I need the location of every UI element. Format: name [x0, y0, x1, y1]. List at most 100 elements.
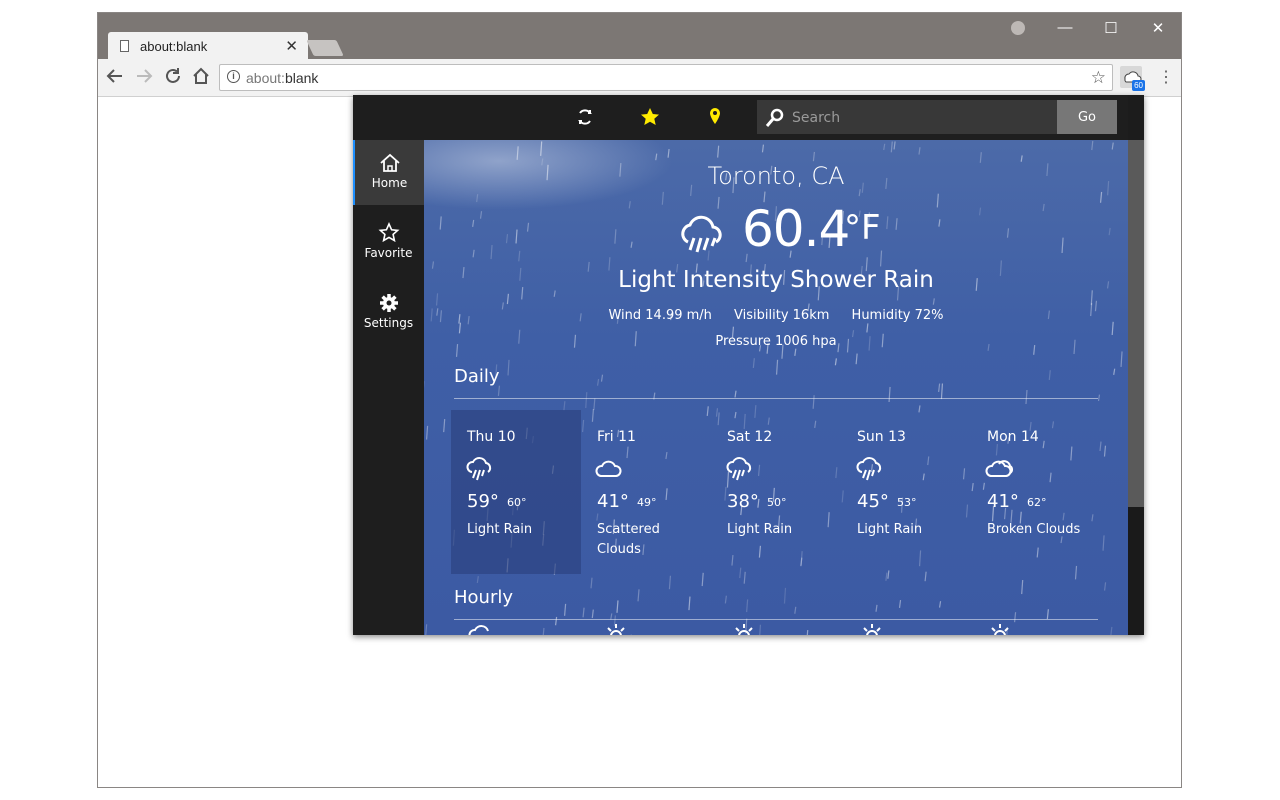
- bookmark-star-icon[interactable]: ☆: [1091, 68, 1106, 88]
- day-name: Sun 13: [857, 429, 906, 445]
- refresh-icon[interactable]: [573, 105, 597, 129]
- rain-streak: [783, 587, 787, 604]
- day-card[interactable]: Sun 13 45° 53° Light Rain: [841, 410, 971, 574]
- star-icon[interactable]: [638, 105, 662, 129]
- rain-streak: [940, 383, 944, 400]
- day-card[interactable]: Fri 11 41° 49° Scattered Clouds: [581, 410, 711, 574]
- go-button[interactable]: Go: [1057, 100, 1117, 134]
- weather-popup: Go Home Favorite Settings Toronto, CA 60…: [353, 95, 1144, 635]
- minimize-button[interactable]: —: [1050, 19, 1080, 36]
- rain-streak: [866, 323, 869, 333]
- scrollbar-thumb[interactable]: [1128, 140, 1144, 507]
- forward-button[interactable]: [133, 67, 155, 90]
- back-arrow-icon: [106, 69, 122, 83]
- info-icon[interactable]: i: [227, 70, 240, 83]
- rain-streak: [585, 392, 588, 409]
- rain-streak: [688, 596, 691, 611]
- home-icon: [193, 67, 209, 84]
- rain-streak: [526, 222, 530, 232]
- day-name: Mon 14: [987, 429, 1039, 445]
- rain-streak: [661, 191, 664, 205]
- rain-streak: [540, 141, 543, 156]
- address-bar[interactable]: i about:blank ☆: [219, 64, 1113, 91]
- sidebar-item-home[interactable]: Home: [353, 140, 424, 205]
- rain-streak: [895, 218, 898, 230]
- weather-extension-button[interactable]: 60: [1120, 66, 1145, 91]
- rain-streak: [497, 385, 501, 396]
- day-card[interactable]: Sat 12 38° 50° Light Rain: [711, 410, 841, 574]
- temperature-value: 60.4: [742, 200, 850, 258]
- sidebar-item-settings[interactable]: Settings: [353, 280, 424, 345]
- rain-streak: [425, 624, 428, 635]
- rain-streak: [1103, 582, 1107, 591]
- rain-streak: [563, 401, 566, 411]
- rain-streak: [582, 607, 585, 618]
- forward-arrow-icon: [137, 69, 153, 83]
- url-text: about:blank: [246, 70, 318, 86]
- rain-streak: [875, 604, 878, 612]
- pressure-value: Pressure 1006 hpa: [715, 334, 837, 349]
- tab-close-button[interactable]: ✕: [285, 37, 298, 55]
- home-button[interactable]: [190, 67, 212, 90]
- location-pin-icon[interactable]: [703, 105, 727, 129]
- rain-streak: [1111, 321, 1114, 336]
- day-description: Light Rain: [467, 522, 533, 537]
- rain-streak: [1020, 155, 1023, 162]
- rain-streak: [479, 211, 483, 219]
- rain-streak: [759, 624, 762, 635]
- day-card[interactable]: Thu 10 59° 60° Light Rain: [451, 410, 581, 574]
- profile-icon[interactable]: [1011, 21, 1025, 35]
- rain-streak: [1099, 191, 1103, 203]
- rain-streak: [630, 241, 633, 248]
- rain-streak: [794, 606, 797, 614]
- rain-streak: [775, 359, 779, 375]
- browser-menu-button[interactable]: ⋮: [1158, 67, 1174, 87]
- rain-streak: [425, 425, 429, 440]
- search-box: Go: [757, 100, 1117, 136]
- rain-streak: [886, 216, 889, 230]
- rain-streak: [506, 293, 509, 305]
- browser-tab[interactable]: about:blank ✕: [108, 32, 308, 60]
- day-description: Scattered Clouds: [597, 522, 660, 557]
- day-high: 41°: [987, 491, 1019, 512]
- rain-streak: [1013, 612, 1017, 623]
- rain-streak: [507, 359, 510, 376]
- reload-button[interactable]: [162, 67, 184, 90]
- rain-cloud-icon: [726, 457, 752, 481]
- day-high: 41°: [597, 491, 629, 512]
- rain-streak: [1111, 142, 1114, 150]
- rain-streak: [614, 229, 617, 244]
- sidebar-item-favorite[interactable]: Favorite: [353, 210, 424, 275]
- rain-streak: [890, 141, 893, 153]
- popup-scrollbar[interactable]: [1128, 140, 1144, 635]
- rain-streak: [1103, 445, 1107, 457]
- rain-streak: [1006, 228, 1010, 238]
- new-tab-button[interactable]: [306, 40, 344, 56]
- rain-cloud-icon: [468, 625, 489, 635]
- day-low: 60°: [507, 496, 527, 509]
- rain-streak: [472, 219, 475, 227]
- rain-streak: [794, 348, 797, 356]
- day-high: 38°: [727, 491, 759, 512]
- rain-streak: [505, 233, 509, 244]
- back-button[interactable]: [104, 67, 126, 90]
- rain-streak: [855, 353, 858, 365]
- rain-streak: [435, 293, 439, 306]
- city-name: Toronto, CA: [707, 162, 845, 190]
- day-card[interactable]: Mon 14 41° 62° Broken Clouds: [971, 410, 1101, 574]
- sun-icon: [861, 624, 883, 635]
- rain-streak: [637, 589, 640, 602]
- rain-streak: [761, 144, 765, 153]
- rain-streak: [893, 141, 896, 150]
- maximize-button[interactable]: ☐: [1096, 19, 1126, 37]
- rain-streak: [458, 322, 462, 334]
- rain-streak: [1097, 394, 1101, 402]
- extension-badge: 60: [1132, 80, 1145, 91]
- sidebar-item-label: Favorite: [364, 246, 413, 260]
- close-window-button[interactable]: ✕: [1143, 19, 1173, 37]
- rain-streak: [938, 219, 941, 227]
- home-icon: [379, 153, 400, 172]
- rain-streak: [667, 148, 670, 158]
- rain-streak: [596, 378, 600, 386]
- search-input[interactable]: [790, 100, 1054, 136]
